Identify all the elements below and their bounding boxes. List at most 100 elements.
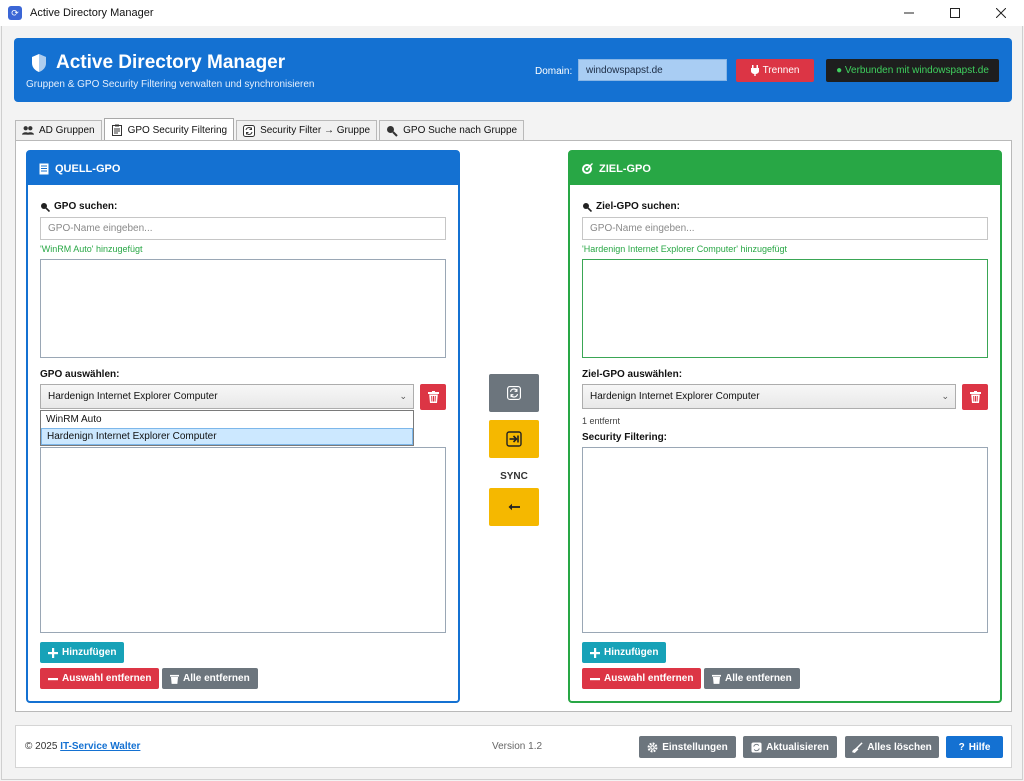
broom-icon bbox=[852, 741, 863, 753]
plus-icon bbox=[48, 647, 58, 658]
source-remove-all-button[interactable]: Alle entfernen bbox=[162, 668, 258, 689]
gear-icon bbox=[647, 742, 658, 752]
target-remove-all-button[interactable]: Alle entfernen bbox=[704, 668, 800, 689]
maximize-icon bbox=[950, 8, 960, 18]
source-security-filtering-list[interactable] bbox=[40, 447, 446, 633]
sync-left-button[interactable] bbox=[489, 488, 539, 526]
target-gpo-select[interactable]: Hardenign Internet Explorer Computer ⌄ bbox=[582, 384, 956, 409]
search-icon bbox=[41, 202, 50, 212]
help-button[interactable]: ? Hilfe bbox=[946, 736, 1003, 758]
window-controls bbox=[886, 0, 1024, 26]
target-search-results-list[interactable] bbox=[582, 259, 988, 358]
trash-icon bbox=[170, 674, 179, 684]
tab-label: GPO Suche nach Gruppe bbox=[403, 125, 518, 136]
chevron-down-icon: ⌄ bbox=[399, 391, 407, 401]
plus-icon bbox=[590, 647, 600, 658]
clear-all-button[interactable]: Alles löschen bbox=[845, 736, 939, 758]
source-add-button[interactable]: Hinzufügen bbox=[40, 642, 125, 663]
app-title: Active Directory Manager bbox=[56, 52, 286, 73]
footer-bar: © 2025 IT-Service Walter Version 1.2 Ein… bbox=[15, 725, 1012, 768]
tab-gpo-suche-nach-gruppe[interactable]: GPO Suche nach Gruppe bbox=[379, 120, 525, 140]
target-security-filtering-list[interactable] bbox=[582, 447, 988, 633]
source-search-results-list[interactable] bbox=[40, 259, 446, 358]
tab-ad-gruppen[interactable]: AD Gruppen bbox=[15, 120, 102, 140]
source-gpo-panel: QUELL-GPO GPO suchen: 'WinRM Auto' hinzu… bbox=[26, 150, 460, 703]
arrow-right-to-bracket-icon bbox=[506, 431, 522, 447]
target-search-label: Ziel-GPO suchen: bbox=[582, 201, 680, 212]
arrow-left-icon bbox=[508, 503, 520, 511]
domain-label: Domain: bbox=[535, 66, 573, 77]
maximize-button[interactable] bbox=[932, 0, 978, 26]
source-gpo-dropdown: WinRM Auto Hardenign Internet Explorer C… bbox=[40, 410, 414, 446]
sync-right-button[interactable] bbox=[489, 420, 539, 458]
source-search-input[interactable] bbox=[40, 217, 446, 240]
source-panel-header: QUELL-GPO bbox=[28, 152, 458, 185]
target-panel-title: ZIEL-GPO bbox=[599, 162, 651, 175]
disconnect-label: Trennen bbox=[762, 65, 800, 76]
source-hint: 'WinRM Auto' hinzugefügt bbox=[40, 244, 143, 254]
minimize-icon bbox=[904, 12, 914, 14]
tab-label: AD Gruppen bbox=[39, 125, 95, 136]
target-search-input[interactable] bbox=[582, 217, 988, 240]
sync-icon bbox=[751, 741, 762, 753]
document-icon bbox=[39, 163, 49, 174]
trash-icon bbox=[969, 391, 981, 403]
header-banner: Active Directory Manager Gruppen & GPO S… bbox=[14, 38, 1012, 102]
target-remove-selection-button[interactable]: Auswahl entfernen bbox=[582, 668, 702, 689]
refresh-button[interactable]: Aktualisieren bbox=[743, 736, 837, 758]
window-titlebar[interactable]: ⟳ Active Directory Manager bbox=[0, 0, 1024, 26]
target-add-button[interactable]: Hinzufügen bbox=[582, 642, 667, 663]
shield-icon bbox=[32, 54, 46, 72]
target-select-label: Ziel-GPO auswählen: bbox=[582, 369, 683, 380]
settings-button[interactable]: Einstellungen bbox=[639, 736, 736, 758]
source-gpo-select[interactable]: Hardenign Internet Explorer Computer ⌄ bbox=[40, 384, 414, 409]
target-delete-button[interactable] bbox=[962, 384, 988, 410]
question-icon: ? bbox=[958, 741, 965, 753]
target-icon bbox=[582, 162, 593, 174]
source-select-label: GPO auswählen: bbox=[40, 369, 120, 380]
target-removed-count: 1 entfernt bbox=[582, 416, 621, 426]
sync-icon bbox=[243, 124, 256, 137]
target-panel-header: ZIEL-GPO bbox=[570, 152, 1000, 185]
app-icon: ⟳ bbox=[8, 6, 22, 20]
trash-icon bbox=[427, 391, 439, 403]
sync-icon bbox=[507, 386, 521, 400]
disconnect-button[interactable]: Trennen bbox=[736, 59, 814, 82]
search-icon bbox=[386, 125, 398, 137]
connection-status-badge: ● Verbunden mit windowspapst.de bbox=[826, 59, 999, 82]
tab-gpo-security-filtering[interactable]: GPO Security Filtering bbox=[103, 118, 235, 141]
version-label: Version 1.2 bbox=[492, 741, 543, 752]
tab-strip: AD Gruppen GPO Security Filtering Securi… bbox=[15, 118, 526, 141]
target-gpo-selected: Hardenign Internet Explorer Computer bbox=[590, 391, 760, 402]
minus-icon bbox=[48, 677, 58, 680]
source-search-label: GPO suchen: bbox=[40, 201, 117, 212]
source-delete-button[interactable] bbox=[420, 384, 446, 410]
target-filtering-label: Security Filtering: bbox=[582, 432, 668, 443]
swap-button[interactable] bbox=[489, 374, 539, 412]
target-hint: 'Hardenign Internet Explorer Computer' h… bbox=[582, 244, 788, 254]
copyright: © 2025 IT-Service Walter bbox=[25, 741, 141, 752]
close-icon bbox=[996, 8, 1006, 18]
users-icon bbox=[22, 125, 34, 137]
dropdown-option-selected[interactable]: Hardenign Internet Explorer Computer bbox=[41, 428, 413, 445]
source-panel-title: QUELL-GPO bbox=[55, 162, 121, 175]
tab-label: Security Filter → Gruppe bbox=[260, 125, 371, 136]
sync-label: SYNC bbox=[500, 471, 528, 482]
source-remove-selection-button[interactable]: Auswahl entfernen bbox=[40, 668, 160, 689]
domain-input[interactable] bbox=[578, 59, 727, 81]
tab-page-gpo-security-filtering: QUELL-GPO GPO suchen: 'WinRM Auto' hinzu… bbox=[15, 140, 1012, 712]
plug-icon bbox=[750, 65, 759, 76]
search-icon bbox=[583, 202, 592, 212]
clipboard-icon bbox=[111, 124, 123, 136]
tab-security-filter-gruppe[interactable]: Security Filter → Gruppe bbox=[236, 120, 378, 140]
tab-label: GPO Security Filtering bbox=[127, 124, 228, 136]
dropdown-option[interactable]: WinRM Auto bbox=[41, 411, 413, 428]
company-link[interactable]: IT-Service Walter bbox=[60, 741, 140, 752]
app-subtitle: Gruppen & GPO Security Filtering verwalt… bbox=[26, 79, 315, 90]
window-client: Active Directory Manager Gruppen & GPO S… bbox=[1, 26, 1023, 780]
trash-icon bbox=[712, 674, 721, 684]
minus-icon bbox=[590, 677, 600, 680]
minimize-button[interactable] bbox=[886, 0, 932, 26]
chevron-down-icon: ⌄ bbox=[941, 391, 949, 401]
close-window-button[interactable] bbox=[978, 0, 1024, 26]
